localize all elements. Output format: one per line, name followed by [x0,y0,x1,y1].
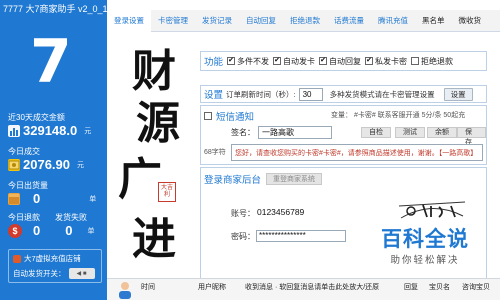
stat-unit-30day: 元 [84,127,92,135]
settings-panel: 设置 订单刷新时间（秒）: 30 多种发货模式请在卡密管理设置 设置 [200,85,487,103]
settings-note: 多种发货模式请在卡密管理设置 [329,89,435,99]
refresh-label: 订单刷新时间（秒）: [226,89,296,99]
dollar-coin-icon: $ [8,223,22,238]
sms-template-input[interactable]: 您好，请查收您购买的卡密#卡密#，请参照商品描述使用，谢谢。【一路高歌】 [231,144,483,161]
settings-button[interactable]: 设置 [443,87,473,101]
refund-unit: 单 [87,227,95,235]
password-label: 密码： [231,232,255,241]
sign-label: 签名： [231,128,255,137]
watermark: 百科全说 助你轻松解决 [360,228,490,272]
col-inquiry-item[interactable]: 咨询宝贝 [462,282,490,292]
red-seal-stamp: 大吉利 [158,182,176,202]
calligraphy-banner: 财 源 广 进 大吉利 [110,40,192,285]
settings-title: 设置 [204,90,224,101]
tab-tencent-topup[interactable]: 腾讯充值 [371,10,415,32]
watermark-title: 百科全说 [381,228,469,251]
stat-value-today: 2076.90 [23,157,70,172]
col-received[interactable]: 收到消息 · 软回复消息请单击此处放大/还原 [245,282,379,292]
col-reply[interactable]: 回复 [404,282,418,292]
watermark-subtitle: 助你轻松解决 [390,255,460,266]
col-time[interactable]: 时间 [141,282,155,292]
sms-panel: 短信通知 变量： #卡密# 联系客服开通 5分/条 50起充 签名： 一路高歌 … [200,105,487,165]
password-input[interactable]: *************** [256,230,346,242]
tab-auto-reply[interactable]: 自动回复 [239,10,283,32]
stat-unit-shipped: 单 [89,195,97,203]
shop-name-row: 大7虚拟充值店铺 [13,253,81,264]
relogin-button[interactable]: 重登商家系统 [266,173,323,185]
stat-label-30day: 近30天成交金额 [8,113,65,122]
ship-fail-label: 发货失败 [55,213,87,222]
stat-row-refund: $ 0 0 单 [8,223,94,238]
big-seven-logo: 7 [30,27,72,97]
money-icon [8,158,20,171]
function-panel: 功能 ✔ 多件不发 ✔ 自动发卡 ✔ 自动回复 ✔ 私发卡密 拒绝退款 [200,51,487,71]
account-value[interactable]: 0123456789 [257,207,304,217]
tab-receive[interactable]: 微收货 [452,10,489,32]
user-avatar-icon [119,282,131,299]
tab-phone-data[interactable]: 话费流量 [327,10,371,32]
account-label: 账号： [231,209,255,218]
login-title: 登录商家后台 [204,175,262,186]
stat-unit-today: 元 [77,161,84,169]
tab-bar: 登录设置 卡密管理 发货记录 自动回复 拒绝退款 话费流量 腾讯充值 黑名单 微… [107,9,500,32]
bar-chart-icon [8,124,20,137]
option-refuse-refund[interactable]: 拒绝退款 [411,56,453,67]
calligraphy-char-4: 进 [132,214,176,265]
checkbox-icon [411,57,420,65]
sms-char-count: 68字符 [204,149,226,156]
auto-ship-toggle[interactable]: ◀ ■ [68,268,95,279]
col-nickname[interactable]: 用户昵称 [198,282,226,292]
stat-label-shipped: 今日出货量 [8,181,48,190]
ship-fail-value: 0 [65,223,73,238]
sms-variables: 变量： #卡密# 联系客服开通 5分/条 50起充 [331,112,466,119]
stat-row-shipped: 0 单 [8,191,96,206]
tab-refuse-refund[interactable]: 拒绝退款 [283,10,327,32]
stat-label-today: 今日成交 [8,147,40,156]
calligraphy-char-3: 广 [118,154,162,205]
captcha-image[interactable] [397,198,467,224]
option-no-multi[interactable]: ✔ 多件不发 [227,56,269,67]
app-title: 7777 大7商家助手 v2_0_10. [3,4,116,14]
package-icon [8,192,20,205]
sms-sign-row: 签名： 一路高歌 [231,126,332,139]
tab-shipping-records[interactable]: 发货记录 [195,10,239,32]
auto-ship-row: 自动发货开关： ◀ ■ [13,268,95,279]
calligraphy-char-2: 源 [136,98,180,149]
stat-value-shipped: 0 [33,191,41,206]
sign-input[interactable]: 一路高歌 [258,126,332,139]
checkbox-icon: ✔ [319,57,328,65]
stat-row-today: 2076.90 元 [8,157,84,172]
refund-label: 今日退款 [8,213,40,222]
refresh-input[interactable]: 30 [298,87,323,101]
shop-name: 大7虚拟充值店铺 [24,254,81,263]
refund-value: 0 [33,223,41,238]
sms-test-button[interactable]: 测试 [395,127,425,138]
checkbox-icon: ✔ [365,57,374,65]
checkbox-icon: ✔ [273,57,282,65]
sidebar: 7777 大7商家助手 v2_0_10. 7 近30天成交金额 329148.0… [0,0,115,300]
tab-card-management[interactable]: 卡密管理 [151,10,195,32]
stat-row-30day: 329148.0 元 [8,123,91,138]
tab-login-settings[interactable]: 登录设置 [107,9,151,32]
option-private-card[interactable]: ✔ 私发卡密 [365,56,407,67]
login-header: 登录商家后台 重登商家系统 [204,172,323,186]
function-title: 功能 [204,57,224,68]
auto-ship-label: 自动发货开关： [13,269,66,278]
sms-checkbox[interactable] [204,112,212,120]
shop-panel: 大7虚拟充值店铺 自动发货开关： ◀ ■ [8,249,102,283]
stat-value-30day: 329148.0 [23,123,78,138]
calligraphy-char-1: 财 [132,46,176,97]
option-auto-card[interactable]: ✔ 自动发卡 [273,56,315,67]
message-table-header: 时间 用户昵称 收到消息 · 软回复消息请单击此处放大/还原 回复 宝贝名 咨询… [107,278,500,300]
sms-balance-button[interactable]: 余额 [427,127,457,138]
checkbox-icon: ✔ [227,57,236,65]
sms-title: 短信通知 [216,112,255,123]
tab-blacklist[interactable]: 黑名单 [415,10,452,32]
sms-save-button[interactable]: 保存 [457,127,486,146]
col-item-name[interactable]: 宝贝名 [429,282,450,292]
shop-icon [13,254,21,263]
option-auto-reply[interactable]: ✔ 自动回复 [319,56,361,67]
sms-selfcheck-button[interactable]: 自检 [361,127,391,138]
sms-header: 短信通知 [204,109,254,123]
